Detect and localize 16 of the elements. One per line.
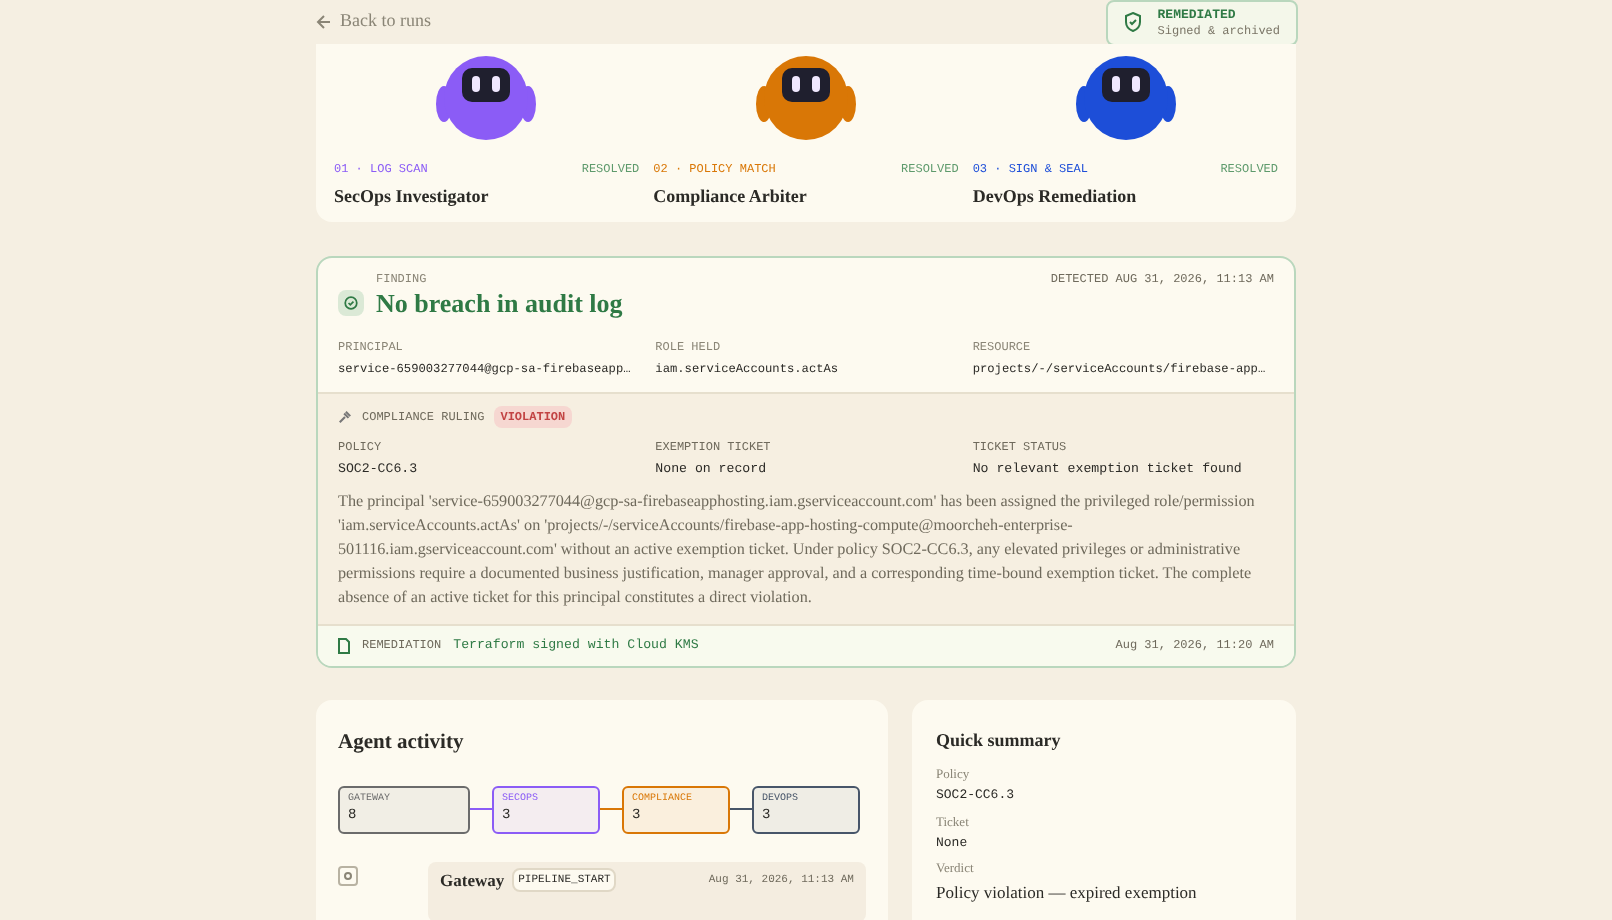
event-agent: Gateway	[440, 867, 505, 893]
document-icon	[338, 637, 350, 654]
shield-check-icon	[338, 290, 364, 316]
agent-name: Compliance Arbiter	[653, 184, 809, 210]
event-icon	[338, 865, 358, 886]
ruling-explanation: The principal 'service-659003277044@gcp-sa-firebaseapphosting.iam.gserviceaccount.com' has been assigned the privileged role/permission 'iam.serviceAccounts.actAs' on 'projects/-/serviceAccounts/firebase-app-hosting-compute@moorcheh-enterprise-501116.iam.gserviceaccount.com' without an active exemption ticket. Under policy SOC2-CC6.3, any elevated privileges or administrative permissions require a documented business justification, manager approval, and a corresponding time-bound exemption ticket. The complete absence of an active ticket for this principal constitutes a direct violation.	[338, 490, 1257, 611]
shield-check-icon	[1123, 12, 1142, 32]
back-link[interactable]: Back to runs	[316, 8, 431, 36]
activity-title: Agent activity	[338, 729, 466, 758]
summary-title: Quick summary	[936, 727, 1063, 754]
agent-name: DevOps Remediation	[972, 184, 1139, 210]
agent-name: SecOps Investigator	[334, 184, 491, 210]
finding-title: No breach in audit log	[376, 288, 623, 320]
arrow-left-icon	[316, 14, 332, 30]
summary-value: Policy violation — expired exemption	[936, 880, 1199, 906]
gavel-icon	[338, 410, 352, 425]
